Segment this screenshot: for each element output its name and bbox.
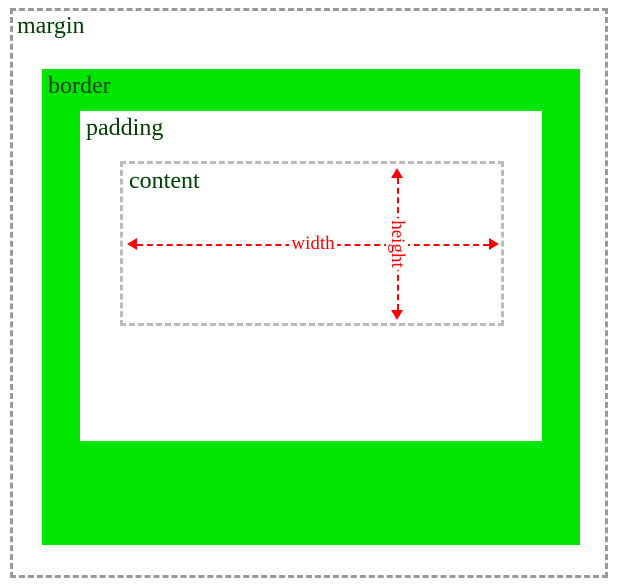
height-dimension-arrow: height — [385, 168, 409, 320]
width-label: width — [289, 233, 336, 255]
margin-label: margin — [17, 13, 85, 40]
arrowhead-up-icon — [391, 168, 403, 178]
border-box: border padding content width height — [42, 69, 580, 545]
arrowhead-left-icon — [127, 238, 137, 250]
height-label: height — [386, 218, 408, 270]
content-box: content width height — [120, 161, 504, 326]
border-label: border — [48, 73, 111, 100]
padding-label: padding — [86, 115, 163, 142]
width-dimension-arrow: width — [127, 232, 499, 256]
arrowhead-right-icon — [489, 238, 499, 250]
arrowhead-down-icon — [391, 310, 403, 320]
padding-box: padding content width height — [80, 111, 542, 441]
margin-box: margin border padding content width heig… — [10, 8, 608, 578]
content-label: content — [129, 168, 200, 195]
